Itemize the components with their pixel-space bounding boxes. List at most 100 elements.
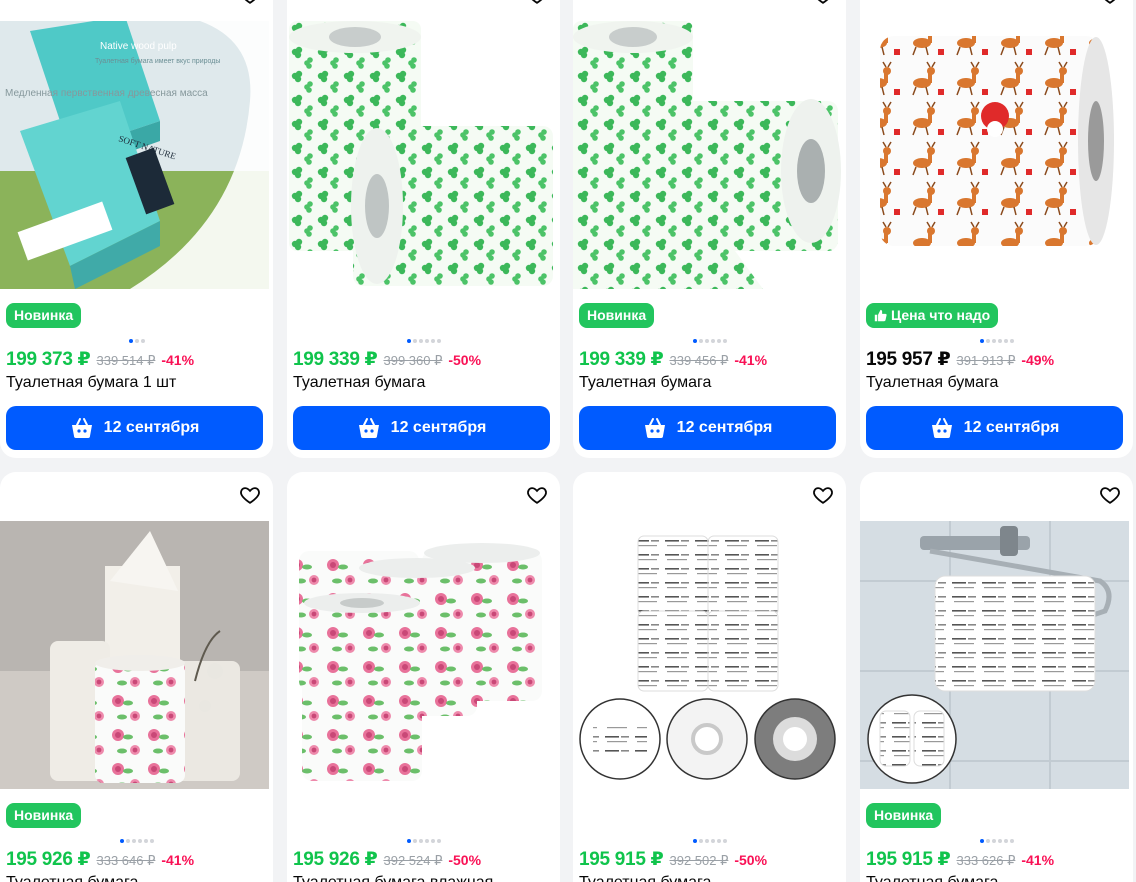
product-title[interactable]: Туалетная бумага 1 шт [6, 374, 176, 392]
product-title[interactable]: Туалетная бумага [6, 874, 138, 882]
favorite-button[interactable] [1097, 0, 1123, 8]
delivery-date: 12 сентября [390, 419, 487, 436]
product-photo [287, 21, 556, 289]
product-card[interactable]: Native wood pulp Туалетная бумага имеет … [0, 0, 273, 458]
favorite-button[interactable] [524, 482, 550, 508]
product-card[interactable]: 199 339 ₽ 399 360 ₽ -50% Туалетная бумаг… [287, 0, 560, 458]
image-dots[interactable] [573, 339, 846, 343]
favorite-button[interactable] [237, 0, 263, 8]
image-dots[interactable] [0, 339, 273, 343]
product-photo: Native wood pulp Туалетная бумага имеет … [0, 21, 269, 289]
old-price: 399 360 ₽ [383, 353, 443, 368]
delivery-date: 12 сентября [676, 419, 773, 436]
discount: -41% [161, 852, 195, 868]
product-photo [287, 521, 556, 789]
price-row: 199 339 ₽ 399 360 ₽ -50% [293, 348, 481, 371]
basket-icon [71, 418, 92, 438]
new-badge: Новинка [6, 303, 82, 328]
price-row: 199 373 ₽ 339 514 ₽ -41% [6, 348, 194, 371]
product-image[interactable]: Native wood pulp Туалетная бумага имеет … [0, 21, 269, 289]
add-to-cart-button[interactable]: 12 сентября [579, 406, 836, 450]
image-dots[interactable] [0, 839, 273, 843]
price-row: 199 339 ₽ 339 456 ₽ -41% [579, 348, 767, 371]
image-caption-2: Туалетная бумага имеет вкус природы [95, 57, 220, 65]
product-card[interactable]: Новинка 195 915 ₽ 333 626 ₽ -41% Туалетн… [860, 472, 1133, 882]
price-row: 195 926 ₽ 333 646 ₽ -41% [6, 848, 194, 871]
price: 199 339 ₽ [579, 349, 664, 370]
good-price-badge: Цена что надо [866, 303, 999, 328]
product-card[interactable]: Цена что надо 195 957 ₽ 391 913 ₽ -49% Т… [860, 0, 1133, 458]
discount: -50% [448, 352, 482, 368]
discount: -50% [448, 852, 482, 868]
old-price: 391 913 ₽ [956, 353, 1016, 368]
discount: -49% [1021, 352, 1055, 368]
product-title[interactable]: Туалетная бумага [866, 374, 998, 392]
favorite-button[interactable] [810, 0, 836, 8]
thumbs-up-icon [874, 309, 887, 322]
price-row: 195 926 ₽ 392 524 ₽ -50% [293, 848, 481, 871]
price: 195 957 ₽ [866, 349, 951, 370]
product-photo [860, 21, 1129, 289]
price: 195 926 ₽ [6, 849, 91, 870]
product-image[interactable] [573, 521, 842, 789]
product-image[interactable] [573, 21, 842, 289]
add-to-cart-button[interactable]: 12 сентября [293, 406, 550, 450]
product-image[interactable] [287, 21, 556, 289]
favorite-button[interactable] [1097, 482, 1123, 508]
price-row: 195 915 ₽ 333 626 ₽ -41% [866, 848, 1054, 871]
image-dots[interactable] [860, 339, 1133, 343]
product-card[interactable]: 195 926 ₽ 392 524 ₽ -50% Туалетная бумаг… [287, 472, 560, 882]
add-to-cart-button[interactable]: 12 сентября [866, 406, 1123, 450]
old-price: 392 524 ₽ [383, 853, 443, 868]
basket-icon [644, 418, 665, 438]
image-dots[interactable] [573, 839, 846, 843]
product-image[interactable] [860, 21, 1129, 289]
price: 195 915 ₽ [579, 849, 664, 870]
image-caption-3: Медленная первственная древесная масса [5, 88, 208, 99]
product-image[interactable] [0, 521, 269, 789]
heart-icon [813, 487, 833, 504]
favorite-button[interactable] [524, 0, 550, 8]
heart-icon [1104, 0, 1116, 4]
product-image[interactable] [860, 521, 1129, 789]
delivery-date: 12 сентября [963, 419, 1060, 436]
price-row: 195 915 ₽ 392 502 ₽ -50% [579, 848, 767, 871]
old-price: 333 626 ₽ [956, 853, 1016, 868]
favorite-button[interactable] [810, 482, 836, 508]
old-price: 339 514 ₽ [96, 353, 156, 368]
product-title[interactable]: Туалетная бумага [579, 874, 711, 882]
price: 195 926 ₽ [293, 849, 378, 870]
product-card[interactable]: 195 915 ₽ 392 502 ₽ -50% Туалетная бумаг… [573, 472, 846, 882]
product-title[interactable]: Туалетная бумага [866, 874, 998, 882]
product-photo [573, 21, 842, 289]
old-price: 333 646 ₽ [96, 853, 156, 868]
add-to-cart-button[interactable]: 12 сентября [6, 406, 263, 450]
product-photo [573, 521, 842, 789]
favorite-button[interactable] [237, 482, 263, 508]
price: 199 373 ₽ [6, 349, 91, 370]
product-card[interactable]: Новинка 199 339 ₽ 339 456 ₽ -41% Туалетн… [573, 0, 846, 458]
heart-icon [531, 0, 543, 4]
price: 195 915 ₽ [866, 849, 951, 870]
product-photo [0, 521, 269, 789]
price: 199 339 ₽ [293, 349, 378, 370]
product-title[interactable]: Туалетная бумага [293, 374, 425, 392]
old-price: 392 502 ₽ [669, 853, 729, 868]
heart-icon [527, 487, 547, 504]
product-title[interactable]: Туалетная бумага влажная [293, 874, 493, 882]
product-photo [860, 521, 1129, 789]
new-badge: Новинка [579, 303, 655, 328]
discount: -50% [734, 852, 768, 868]
new-badge: Новинка [866, 803, 942, 828]
image-dots[interactable] [287, 339, 560, 343]
image-dots[interactable] [287, 839, 560, 843]
price-row: 195 957 ₽ 391 913 ₽ -49% [866, 348, 1054, 371]
badge-label: Цена что надо [891, 307, 991, 323]
image-dots[interactable] [860, 839, 1133, 843]
discount: -41% [161, 352, 195, 368]
discount: -41% [1021, 852, 1055, 868]
product-title[interactable]: Туалетная бумага [579, 374, 711, 392]
product-image[interactable] [287, 521, 556, 789]
basket-icon [931, 418, 952, 438]
product-card[interactable]: Новинка 195 926 ₽ 333 646 ₽ -41% Туалетн… [0, 472, 273, 882]
